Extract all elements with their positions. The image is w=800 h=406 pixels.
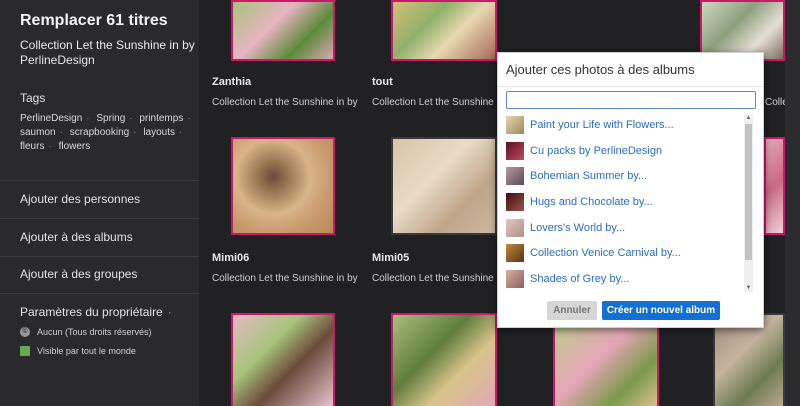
divider bbox=[0, 180, 199, 181]
page-title[interactable]: Remplacer 61 titres bbox=[20, 12, 168, 30]
album-thumbnail bbox=[506, 167, 524, 186]
album-item[interactable]: Lovers's World by... bbox=[506, 215, 746, 241]
album-item[interactable]: Hugs and Chocolate by... bbox=[506, 189, 746, 215]
photo-description: Collection Let the Sunshine in by bbox=[212, 97, 358, 108]
album-list-scrollbar[interactable]: ▲ ▼ bbox=[744, 114, 753, 292]
photo-title[interactable]: Mimi06 bbox=[212, 252, 249, 264]
album-item[interactable]: Paint your Life with Flowers... bbox=[506, 112, 746, 138]
add-to-albums-dialog: Ajouter ces photos à des albums Paint yo… bbox=[497, 52, 764, 328]
page-scrollbar[interactable] bbox=[785, 0, 800, 406]
tag-item[interactable]: printemps bbox=[139, 113, 183, 124]
tags-heading: Tags bbox=[20, 91, 46, 105]
photo-title[interactable]: Zanthia bbox=[212, 76, 251, 88]
photo-title[interactable]: tout bbox=[372, 76, 393, 88]
tag-item[interactable]: Spring bbox=[96, 113, 125, 124]
create-album-button[interactable]: Créer un nouvel album bbox=[602, 301, 720, 320]
visibility-option[interactable]: Visible par tout le monde bbox=[20, 346, 136, 356]
tag-item[interactable]: PerlineDesign bbox=[20, 113, 82, 124]
add-albums-link[interactable]: Ajouter à des albums bbox=[20, 230, 133, 244]
scroll-up-icon[interactable]: ▲ bbox=[744, 114, 753, 122]
tag-item[interactable]: layouts bbox=[143, 127, 175, 138]
album-thumbnail bbox=[506, 115, 524, 134]
photo-thumbnail[interactable] bbox=[231, 313, 335, 406]
divider bbox=[0, 293, 199, 294]
album-search-input[interactable] bbox=[506, 91, 756, 109]
photo-thumbnail[interactable] bbox=[391, 137, 497, 235]
divider bbox=[0, 218, 199, 219]
copyright-option[interactable]: © Aucun (Tous droits réservés) bbox=[20, 327, 152, 337]
add-people-link[interactable]: Ajouter des personnes bbox=[20, 192, 140, 206]
photo-thumbnail[interactable] bbox=[764, 137, 785, 235]
dialog-title: Ajouter ces photos à des albums bbox=[506, 62, 695, 77]
album-thumbnail bbox=[506, 244, 524, 263]
album-item[interactable]: Shades of Grey by... bbox=[506, 266, 746, 292]
photo-thumbnail[interactable] bbox=[391, 0, 497, 61]
scroll-down-icon[interactable]: ▼ bbox=[744, 284, 753, 292]
photo-title[interactable]: Mimi05 bbox=[372, 252, 409, 264]
owner-settings-heading: Paramètres du propriétaire · bbox=[20, 305, 172, 319]
tag-item[interactable]: fleurs bbox=[20, 141, 44, 152]
album-item[interactable]: Cu packs by PerlineDesign bbox=[506, 138, 746, 164]
divider bbox=[498, 86, 763, 87]
copyright-icon: © bbox=[20, 327, 30, 337]
photo-description: Collection Let the Sunshine in by bbox=[372, 97, 494, 108]
add-groups-link[interactable]: Ajouter à des groupes bbox=[20, 267, 137, 281]
album-item[interactable]: Bohemian Summer by... bbox=[506, 163, 746, 189]
album-thumbnail bbox=[506, 269, 524, 288]
cancel-button[interactable]: Annuler bbox=[547, 301, 597, 320]
page-subtitle: Collection Let the Sunshine in by Perlin… bbox=[20, 38, 195, 67]
tag-item[interactable]: scrapbooking bbox=[70, 127, 129, 138]
tags-list: PerlineDesign · Spring · printemps · saumon… bbox=[20, 113, 191, 152]
visibility-icon bbox=[20, 346, 30, 356]
photo-thumbnail[interactable] bbox=[231, 137, 335, 235]
album-list: Paint your Life with Flowers... Cu packs… bbox=[506, 112, 746, 292]
album-thumbnail bbox=[506, 192, 524, 211]
divider bbox=[0, 256, 199, 257]
photo-thumbnail[interactable] bbox=[231, 0, 335, 61]
photo-description: Collection Let the Sunshine in by bbox=[765, 97, 785, 108]
album-thumbnail bbox=[506, 218, 524, 237]
tag-item[interactable]: flowers bbox=[59, 141, 91, 152]
photo-description: Collection Let the Sunshine in by bbox=[372, 273, 494, 284]
tag-item[interactable]: saumon bbox=[20, 127, 56, 138]
album-thumbnail bbox=[506, 141, 524, 160]
scrollbar-thumb[interactable] bbox=[745, 124, 752, 260]
album-item[interactable]: Collection Venice Carnival by... bbox=[506, 240, 746, 266]
sidebar: Remplacer 61 titres Collection Let the S… bbox=[0, 0, 199, 406]
photo-description: Collection Let the Sunshine in by bbox=[212, 273, 358, 284]
photo-thumbnail[interactable] bbox=[391, 313, 497, 406]
